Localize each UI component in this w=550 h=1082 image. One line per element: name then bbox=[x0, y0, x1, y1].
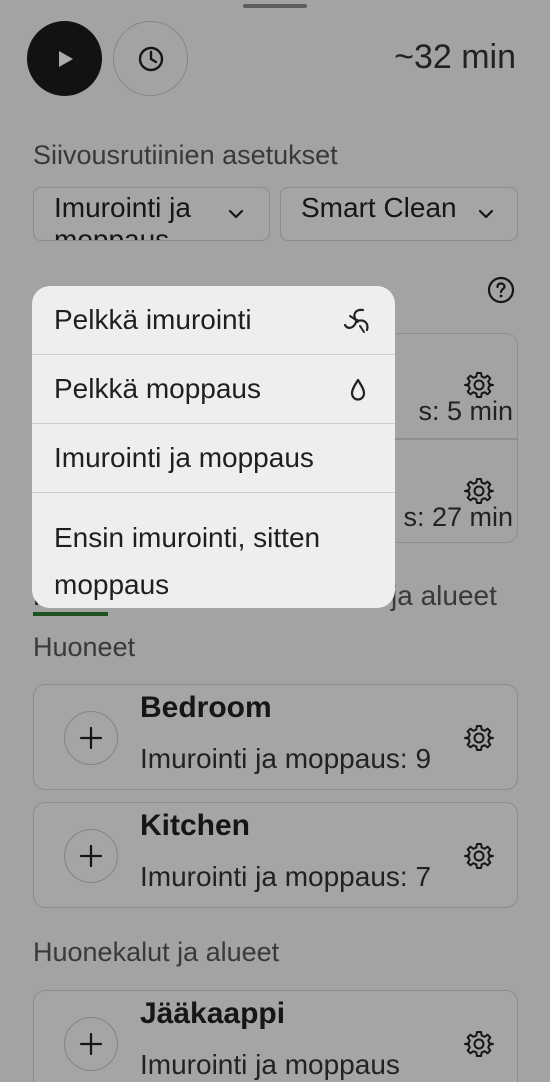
menu-item-label: Pelkkä moppaus bbox=[54, 373, 262, 404]
menu-item-mop-only[interactable]: Pelkkä moppaus bbox=[32, 355, 395, 424]
cleaning-mode-menu: Pelkkä imurointi Pelkkä moppaus Imuroint… bbox=[32, 286, 395, 608]
menu-item-vacuum-only[interactable]: Pelkkä imurointi bbox=[32, 286, 395, 355]
menu-item-label: Imurointi ja moppaus bbox=[54, 442, 314, 473]
fan-icon bbox=[343, 308, 369, 333]
menu-item-label: Ensin imurointi, sitten moppaus bbox=[54, 522, 321, 600]
menu-item-vacuum-and-mop[interactable]: Imurointi ja moppaus bbox=[32, 424, 395, 493]
water-drop-icon bbox=[350, 378, 366, 401]
menu-item-vacuum-then-mop[interactable]: Ensin imurointi, sitten moppaus bbox=[32, 493, 395, 608]
menu-item-label: Pelkkä imurointi bbox=[54, 304, 252, 335]
